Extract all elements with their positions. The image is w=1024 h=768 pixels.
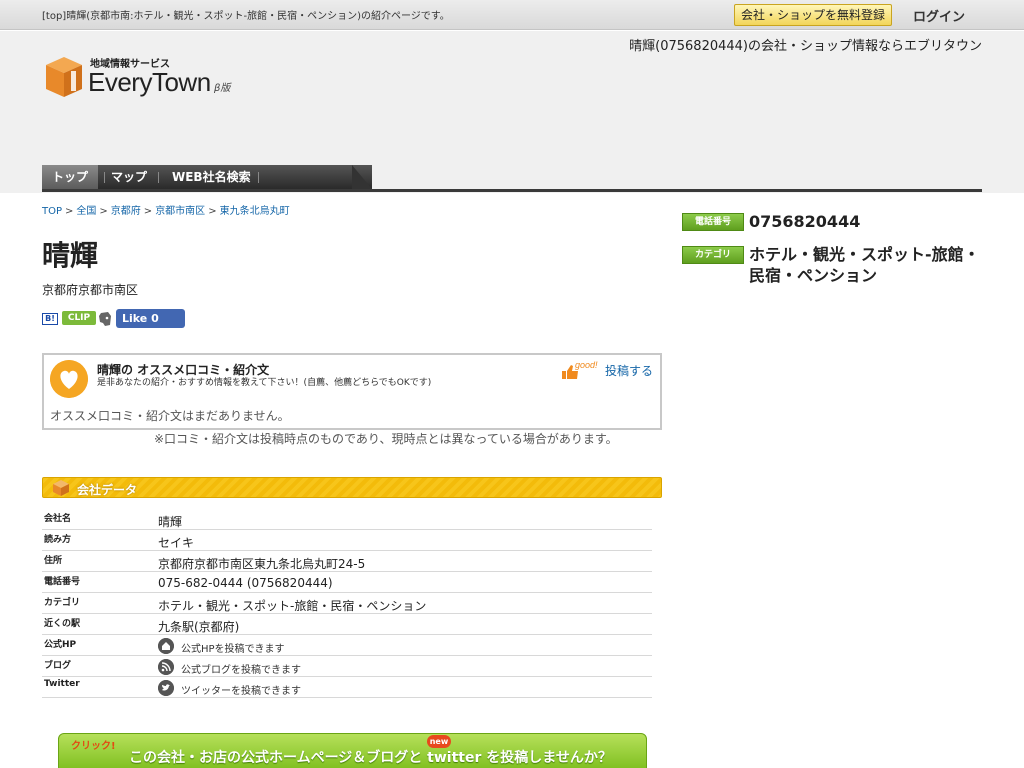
breadcrumb-separator: > <box>65 206 74 217</box>
row-key: 近くの駅 <box>44 619 81 629</box>
rss-icon <box>158 659 174 675</box>
banner-text: この会社・お店の公式ホームページ＆ブログと twitter を投稿しませんか？ <box>129 750 612 766</box>
breadcrumb-ward[interactable]: 京都市南区 <box>155 206 205 217</box>
nav-bar-tail <box>352 165 372 189</box>
site-header: 晴輝(0756820444)の会社・ショップ情報ならエブリタウン 地域情報サービ… <box>0 31 1024 193</box>
site-logo[interactable]: 地域情報サービス EveryTown β版 <box>44 53 244 101</box>
clip-button[interactable]: CLIP <box>62 311 96 325</box>
company-data-table: 会社名 晴輝 読み方 セイキ 住所 京都府京都市南区東九条北烏丸町24-5 電話… <box>42 509 652 698</box>
breadcrumb-separator: > <box>99 206 108 217</box>
page-title: 晴輝 <box>42 239 99 272</box>
breadcrumb-separator: > <box>143 206 153 217</box>
sidebar-category: ホテル・観光・スポット-旅館・民宿・ペンション <box>749 245 980 285</box>
address-value: 京都府京都市南区東九条北烏丸町24-5 <box>158 557 366 571</box>
breadcrumb-country[interactable]: 全国 <box>76 206 96 217</box>
page-description: [top]晴輝(京都市南:ホテル・観光・スポット-旅館・民宿・ペンション)の紹介… <box>42 11 450 22</box>
company-data-title: 会社データ <box>77 483 138 497</box>
row-key: ブログ <box>44 661 72 671</box>
reading-value: セイキ <box>158 536 195 550</box>
table-row: 会社名 晴輝 <box>42 509 652 530</box>
logo-box-icon <box>46 57 82 97</box>
row-key: 電話番号 <box>44 577 81 587</box>
company-data-header: 会社データ <box>42 477 662 498</box>
table-row: 近くの駅 九条駅(京都府) <box>42 614 652 635</box>
post-homepage-banner[interactable]: クリック! new この会社・お店の公式ホームページ＆ブログと twitter … <box>58 733 647 768</box>
main-nav: トップ マップ WEB社名検索 <box>42 165 982 192</box>
table-row: 電話番号 075-682-0444 (0756820444) <box>42 572 652 593</box>
row-key: カテゴリ <box>44 598 81 608</box>
login-link[interactable]: ログイン <box>913 6 965 25</box>
nearest-station-value: 九条駅(京都府) <box>158 620 240 634</box>
evernote-icon[interactable] <box>98 311 112 327</box>
phone-value: 075-682-0444 (0756820444) <box>158 576 333 590</box>
twitter-bird-icon <box>158 680 174 696</box>
nav-item-top[interactable]: トップ <box>42 165 99 189</box>
breadcrumb-separator: > <box>208 206 217 217</box>
review-disclaimer: ※口コミ・紹介文は投稿時点のものであり、現時点とは異なっている場合があります。 <box>154 432 618 446</box>
review-subtitle: 是非あなたの紹介・おすすめ情報を教えて下さい！(自薦、他薦どちらでもOKです) <box>97 378 432 388</box>
box-icon <box>53 480 69 496</box>
breadcrumb: TOP > 全国 > 京都府 > 京都市南区 > 東九条北烏丸町 <box>42 202 290 217</box>
row-key: 読み方 <box>44 535 72 545</box>
post-blog-label: 公式ブログを投稿できます <box>181 665 301 676</box>
row-key: Twitter <box>44 679 80 689</box>
top-bar: [top]晴輝(京都市南:ホテル・観光・スポット-旅館・民宿・ペンション)の紹介… <box>0 0 1024 30</box>
heart-icon <box>50 360 88 398</box>
nav-item-web-search[interactable]: WEB社名検索 <box>172 165 251 189</box>
breadcrumb-town[interactable]: 東九条北烏丸町 <box>220 206 290 217</box>
table-row: 読み方 セイキ <box>42 530 652 551</box>
business-region: 京都府京都市南区 <box>42 283 139 297</box>
table-row: Twitter ツイッターを投稿できます <box>42 677 652 698</box>
hatena-bookmark-icon[interactable]: B! <box>42 313 58 325</box>
home-icon <box>158 638 174 654</box>
table-row: ブログ 公式ブログを投稿できます <box>42 656 652 677</box>
logo-text: EveryTown <box>88 67 211 97</box>
row-key: 公式HP <box>44 640 77 650</box>
row-key: 会社名 <box>44 514 72 524</box>
nav-underline <box>42 189 982 192</box>
nav-item-map[interactable]: マップ <box>111 165 147 189</box>
post-homepage-label: 公式HPを投稿できます <box>181 644 285 655</box>
good-label: good! <box>575 360 598 370</box>
beta-label: β版 <box>214 83 231 94</box>
banner-click-label: クリック! <box>71 741 116 752</box>
company-name-value: 晴輝 <box>158 515 183 529</box>
post-twitter-label: ツイッターを投稿できます <box>181 686 301 697</box>
category-label-badge: カテゴリ <box>682 246 744 264</box>
breadcrumb-top[interactable]: TOP <box>42 206 62 217</box>
breadcrumb-prefecture[interactable]: 京都府 <box>111 206 141 217</box>
nav-divider <box>158 172 159 183</box>
table-row: カテゴリ ホテル・観光・スポット-旅館・民宿・ペンション <box>42 593 652 614</box>
table-row: 公式HP 公式HPを投稿できます <box>42 635 652 656</box>
register-shop-button[interactable]: 会社・ショップを無料登録 <box>734 4 892 26</box>
nav-divider <box>258 172 259 183</box>
nav-divider <box>104 172 105 183</box>
category-value: ホテル・観光・スポット-旅館・民宿・ペンション <box>158 599 427 613</box>
sidebar-phone-number: 0756820444 <box>749 212 861 231</box>
row-key: 住所 <box>44 556 63 566</box>
no-reviews-message: オススメ口コミ・紹介文はまだありません。 <box>50 409 290 423</box>
review-box: 晴輝の オススメ口コミ・紹介文 是非あなたの紹介・おすすめ情報を教えて下さい！(… <box>42 353 662 430</box>
phone-label-badge: 電話番号 <box>682 213 744 231</box>
facebook-like-button[interactable]: Like 0 <box>116 309 185 328</box>
site-tagline: 晴輝(0756820444)の会社・ショップ情報ならエブリタウン <box>629 39 982 54</box>
post-review-link[interactable]: 投稿する <box>605 362 653 379</box>
table-row: 住所 京都府京都市南区東九条北烏丸町24-5 <box>42 551 652 572</box>
thumbs-up-icon: good! <box>562 360 598 379</box>
